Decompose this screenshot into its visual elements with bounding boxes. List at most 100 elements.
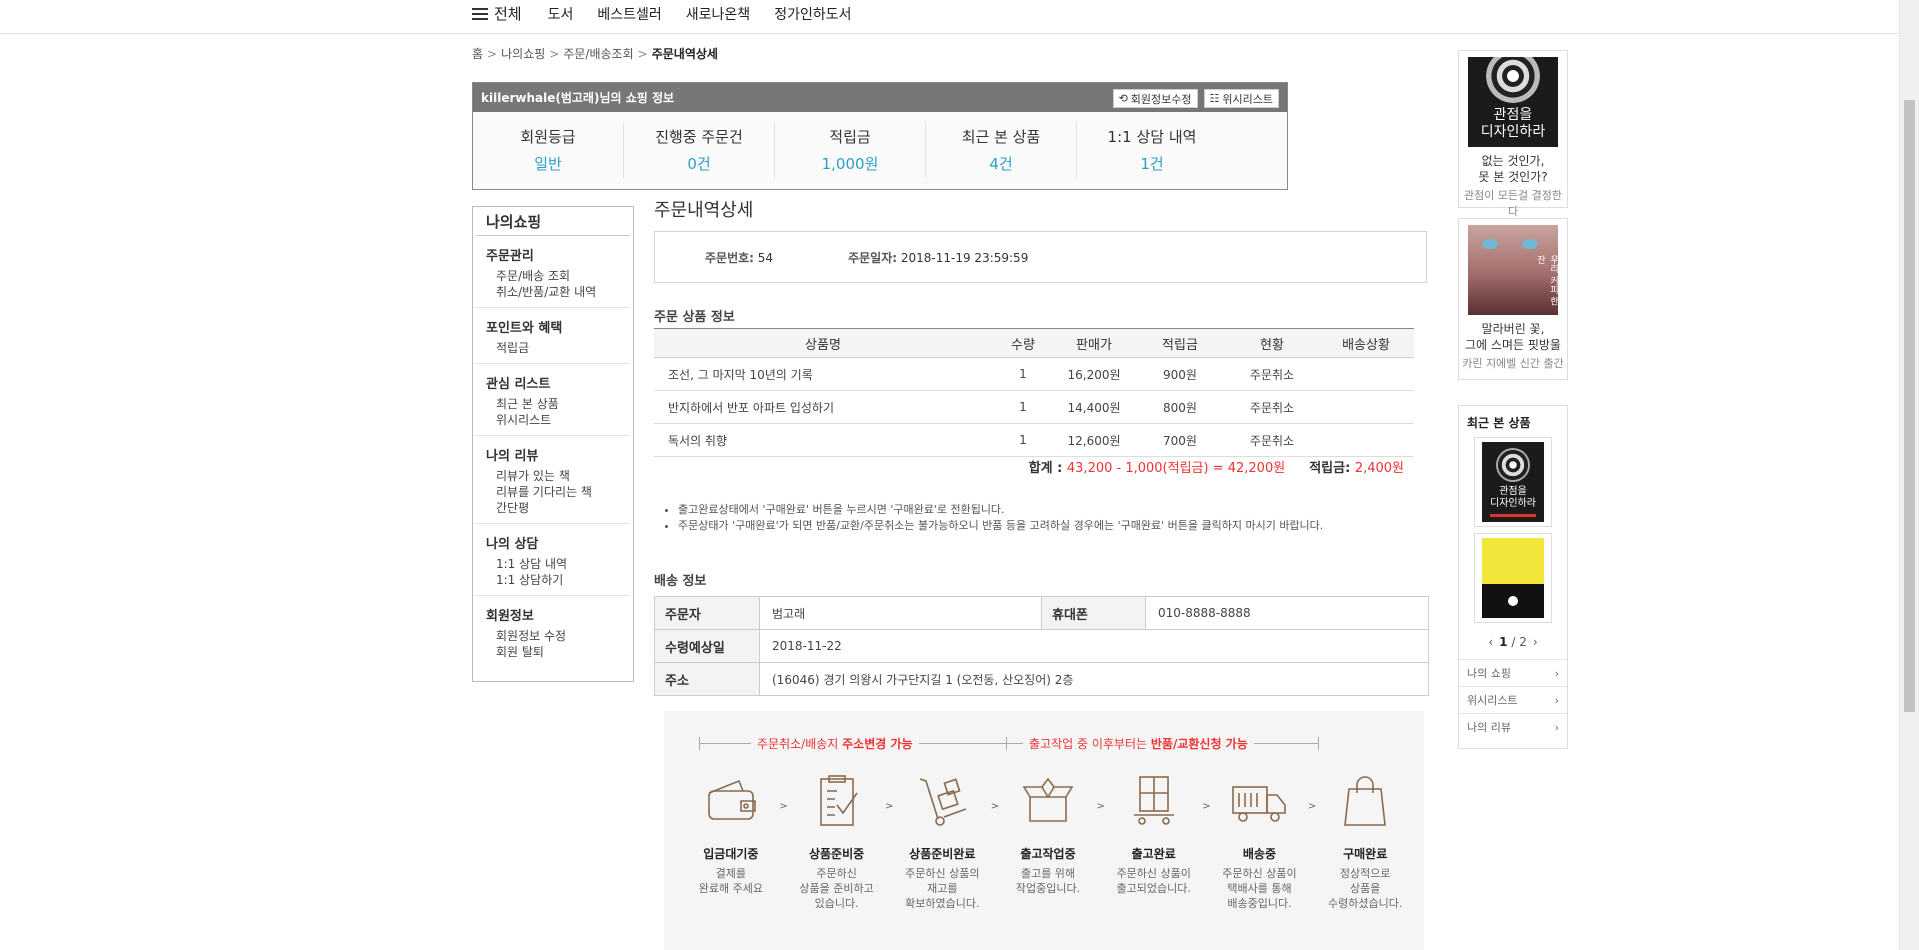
recent-title: 최근 본 상품: [1467, 416, 1531, 430]
quick-link-my-shopping[interactable]: 나의 쇼핑 ›: [1459, 659, 1567, 686]
phase-left-bold: 주소변경 가능: [842, 737, 913, 751]
side-item-wishlist[interactable]: 위시리스트: [486, 412, 620, 428]
step-desc: 상품을 준비하고: [799, 882, 874, 895]
edit-member-button[interactable]: ⟲ 회원정보수정: [1112, 89, 1198, 108]
side-item-recent[interactable]: 최근 본 상품: [486, 396, 620, 412]
chevron-right-icon: ›: [1554, 693, 1559, 707]
ad-caption: 없는 것인가,: [1481, 154, 1545, 168]
breadcrumb-current: 주문내역상세: [651, 47, 718, 61]
step-name: 입금대기중: [703, 847, 759, 861]
stat-recent: 최근 본 상품 4건: [926, 122, 1077, 178]
phase-left-text: 주문취소/배송지 주소변경 가능: [751, 735, 919, 752]
side-item-consult-history[interactable]: 1:1 상담 내역: [486, 556, 620, 572]
order-info-box: 주문번호: 54 주문일자: 2018-11-19 23:59:59: [654, 231, 1427, 283]
col-header: 적립금: [1134, 328, 1226, 358]
item-name[interactable]: 반지하에서 반포 아파트 입성하기: [654, 390, 992, 424]
scrollbar-thumb[interactable]: [1904, 100, 1915, 712]
stat-consult: 1:1 상담 내역 1건: [1077, 122, 1227, 178]
step-name: 구매완료: [1343, 847, 1388, 861]
breadcrumb-my-shopping[interactable]: 나의쇼핑: [501, 47, 545, 61]
page-current: 1: [1499, 635, 1508, 649]
order-no-label: 주문번호:: [705, 250, 754, 265]
quick-link-wishlist[interactable]: 위시리스트 ›: [1459, 686, 1567, 713]
side-item-to-review[interactable]: 리뷰를 기다리는 책: [486, 484, 620, 500]
expected-date-label: 수령예상일: [654, 629, 760, 663]
step-name: 상품준비중: [808, 847, 865, 861]
breadcrumb-home[interactable]: 홈: [472, 47, 483, 61]
book-cover: 우리 커피 한 잔: [1468, 225, 1558, 315]
stat-label: 진행중 주문건: [655, 128, 743, 146]
nav-item-new[interactable]: 새로나온책: [686, 4, 750, 24]
side-item-short-review[interactable]: 간단평: [486, 500, 620, 516]
recent-pager: ‹ 1 / 2 ›: [1459, 635, 1567, 649]
ship-section-title: 배송 정보: [654, 574, 707, 589]
nav-item-discount[interactable]: 정가인하도서: [774, 4, 851, 24]
stat-value[interactable]: 1건: [1077, 153, 1227, 174]
chevron-right-icon[interactable]: ›: [1533, 635, 1538, 649]
side-item-cancel-return[interactable]: 취소/반품/교환 내역: [486, 284, 620, 300]
stat-value[interactable]: 0건: [624, 153, 774, 174]
item-qty: 1: [992, 390, 1054, 424]
nav-all-menu[interactable]: 전체: [472, 3, 522, 24]
item-name[interactable]: 조선, 그 마지막 10년의 기록: [654, 357, 992, 391]
side-item-edit-member[interactable]: 회원정보 수정: [486, 628, 620, 644]
address-label: 주소: [654, 662, 760, 696]
col-header: 배송상황: [1318, 328, 1414, 358]
breadcrumb-order-lookup[interactable]: 주문/배송조회: [563, 47, 633, 61]
page-scrollbar[interactable]: [1899, 0, 1919, 950]
step-desc: 주문하신 상품이: [1116, 867, 1191, 880]
step-desc: 배송중입니다.: [1227, 897, 1292, 910]
ship-row: 수령예상일 2018-11-22: [654, 629, 1429, 663]
recent-item[interactable]: [1474, 533, 1552, 623]
stat-value[interactable]: 4건: [926, 153, 1076, 174]
item-qty: 1: [992, 357, 1054, 391]
quick-link-label: 위시리스트: [1467, 694, 1518, 707]
ad-book-perspective[interactable]: 관점을 디자인하라 없는 것인가, 못 본 것인가? 관점이 모든걸 결정한다: [1458, 50, 1568, 218]
process-steps: 입금대기중 결제를 완료해 주세요 > 상품준비중 주문하신 상품을 준비하고 있습니…: [678, 771, 1418, 911]
side-group-title: 회원정보: [486, 609, 534, 624]
wishlist-button[interactable]: ☷ 위시리스트: [1203, 89, 1279, 108]
stat-grade: 회원등급 일반: [473, 122, 624, 178]
recent-item[interactable]: 관점을 디자인하라: [1474, 437, 1552, 527]
col-header: 현황: [1226, 328, 1318, 358]
ad-book-flower[interactable]: 우리 커피 한 잔 말라버린 꽃, 그에 스며든 핏방울 카린 지에벨 신간 출간: [1458, 218, 1568, 380]
side-group-title: 주문관리: [486, 249, 534, 264]
order-process-guide: 주문취소/배송지 주소변경 가능 출고작업 중 이후부터는 반품/교환신청 가능…: [664, 711, 1424, 950]
side-item-order-lookup[interactable]: 주문/배송 조회: [486, 268, 620, 284]
handcart-icon: [912, 771, 972, 831]
quick-link-reviews[interactable]: 나의 리뷰 ›: [1459, 713, 1567, 740]
col-header: 수량: [992, 328, 1054, 358]
cover-title: 관점을: [1493, 107, 1533, 123]
step-desc: 택배사를 통해: [1227, 882, 1292, 895]
point-total-label: 적립금:: [1309, 461, 1351, 476]
stat-label: 1:1 상담 내역: [1107, 128, 1197, 146]
phone-value: 010-8888-8888: [1145, 596, 1429, 630]
side-item-consult-new[interactable]: 1:1 상담하기: [486, 572, 620, 588]
side-item-reviewed[interactable]: 리뷰가 있는 책: [486, 468, 620, 484]
nav-item-bestseller[interactable]: 베스트셀러: [597, 4, 661, 24]
notes-list: 출고완료상태에서 '구매완료' 버튼을 누르시면 '구매완료'로 전환됩니다. …: [664, 502, 1443, 534]
side-item-points[interactable]: 적립금: [486, 340, 620, 356]
side-item-withdraw[interactable]: 회원 탈퇴: [486, 644, 620, 660]
order-no-value: 54: [757, 250, 774, 265]
stat-label: 최근 본 상품: [961, 128, 1041, 146]
nav-item-books[interactable]: 도서: [548, 4, 574, 24]
book-cover: 관점을 디자인하라: [1468, 57, 1558, 147]
cover-title: 디자인하라: [1480, 124, 1546, 140]
side-group-title: 관심 리스트: [486, 377, 551, 392]
stat-value[interactable]: 1,000원: [775, 153, 925, 174]
side-menu-title: 나의쇼핑: [476, 207, 630, 236]
thumb-title: 관점을: [1499, 486, 1527, 497]
ad-caption: 못 본 것인가?: [1478, 170, 1548, 184]
step-desc: 상품을: [1349, 882, 1381, 895]
item-ship: [1318, 357, 1414, 391]
page-title: 주문내역상세: [654, 200, 754, 221]
note-item: 주문상태가 '구매완료'가 되면 반품/교환/주문취소는 불가능하오니 반품 등…: [678, 518, 1443, 534]
cover-art: [1486, 57, 1540, 103]
phase-right-bold: 반품/교환신청 가능: [1150, 737, 1248, 751]
member-info-header: killerwhale(범고래)님의 쇼핑 정보 ⟲ 회원정보수정 ☷ 위시리스트: [473, 83, 1287, 112]
side-group-points: 포인트와 혜택 적립금: [476, 308, 630, 364]
col-header: 판매가: [1054, 328, 1134, 358]
stat-value[interactable]: 일반: [473, 153, 623, 174]
chevron-left-icon[interactable]: ‹: [1488, 635, 1493, 649]
